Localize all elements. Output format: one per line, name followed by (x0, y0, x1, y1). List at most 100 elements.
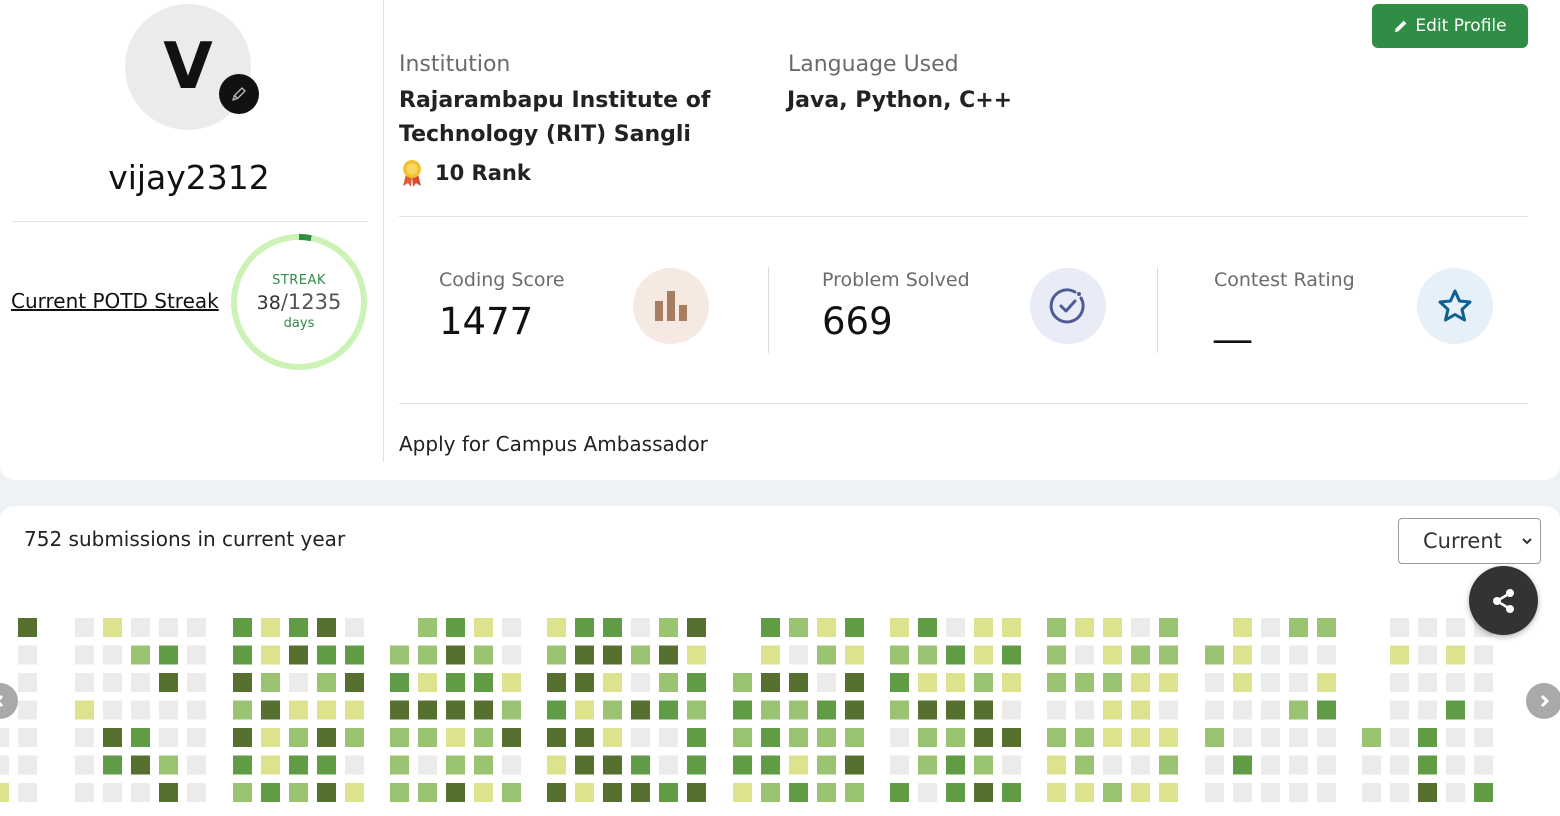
heatmap-cell[interactable] (131, 700, 150, 720)
heatmap-cell[interactable] (890, 618, 909, 637)
heatmap-cell[interactable] (974, 618, 993, 637)
heatmap-cell[interactable] (1390, 673, 1409, 692)
heatmap-cell[interactable] (1233, 618, 1252, 637)
heatmap-cell[interactable] (75, 728, 94, 747)
heatmap-cell[interactable] (345, 673, 364, 692)
heatmap-cell[interactable] (261, 645, 280, 665)
heatmap-cell[interactable] (187, 700, 206, 720)
heatmap-cell[interactable] (474, 755, 493, 775)
heatmap-cell[interactable] (1233, 755, 1252, 775)
heatmap-cell[interactable] (75, 618, 94, 637)
heatmap-cell[interactable] (1159, 673, 1178, 692)
heatmap-cell[interactable] (187, 728, 206, 747)
heatmap-cell[interactable] (418, 755, 437, 775)
heatmap-cell[interactable] (18, 755, 37, 775)
heatmap-cell[interactable] (18, 618, 37, 637)
heatmap-cell[interactable] (75, 700, 94, 720)
heatmap-cell[interactable] (575, 783, 594, 802)
heatmap-cell[interactable] (1418, 783, 1437, 802)
heatmap-cell[interactable] (289, 673, 308, 692)
heatmap-cell[interactable] (817, 783, 836, 802)
heatmap-cell[interactable] (733, 673, 752, 692)
heatmap-cell[interactable] (687, 673, 706, 692)
heatmap-cell[interactable] (75, 783, 94, 802)
heatmap-cell[interactable] (1103, 755, 1122, 775)
heatmap-cell[interactable] (1131, 645, 1150, 665)
heatmap-cell[interactable] (1317, 645, 1336, 665)
heatmap-cell[interactable] (187, 673, 206, 692)
heatmap-cell[interactable] (1289, 783, 1308, 802)
heatmap-cell[interactable] (233, 618, 252, 637)
heatmap-cell[interactable] (289, 728, 308, 747)
heatmap-cell[interactable] (289, 645, 308, 665)
heatmap-cell[interactable] (446, 728, 465, 747)
heatmap-cell[interactable] (603, 700, 622, 720)
heatmap-cell[interactable] (1233, 700, 1252, 720)
heatmap-cell[interactable] (789, 783, 808, 802)
heatmap-cell[interactable] (233, 700, 252, 720)
heatmap-cell[interactable] (946, 618, 965, 637)
heatmap-cell[interactable] (233, 728, 252, 747)
heatmap-cell[interactable] (761, 755, 780, 775)
heatmap-cell[interactable] (0, 755, 9, 775)
heatmap-cell[interactable] (789, 618, 808, 637)
heatmap-cell[interactable] (103, 618, 122, 637)
heatmap-cell[interactable] (1047, 700, 1066, 720)
heatmap-cell[interactable] (547, 783, 566, 802)
heatmap-cell[interactable] (1103, 618, 1122, 637)
heatmap-cell[interactable] (418, 783, 437, 802)
heatmap-cell[interactable] (817, 618, 836, 637)
heatmap-cell[interactable] (918, 700, 937, 720)
heatmap-cell[interactable] (733, 783, 752, 802)
heatmap-cell[interactable] (75, 645, 94, 665)
heatmap-cell[interactable] (659, 618, 678, 637)
heatmap-cell[interactable] (103, 673, 122, 692)
heatmap-cell[interactable] (261, 728, 280, 747)
heatmap-cell[interactable] (317, 673, 336, 692)
heatmap-cell[interactable] (0, 783, 9, 802)
heatmap-cell[interactable] (603, 673, 622, 692)
heatmap-cell[interactable] (474, 618, 493, 637)
edit-profile-button[interactable]: Edit Profile (1372, 4, 1528, 48)
heatmap-cell[interactable] (817, 645, 836, 665)
heatmap-cell[interactable] (18, 673, 37, 692)
heatmap-cell[interactable] (418, 673, 437, 692)
heatmap-cell[interactable] (1002, 755, 1021, 775)
heatmap-cell[interactable] (1446, 618, 1465, 637)
heatmap-cell[interactable] (789, 755, 808, 775)
heatmap-cell[interactable] (687, 783, 706, 802)
heatmap-cell[interactable] (974, 700, 993, 720)
heatmap-cell[interactable] (845, 618, 864, 637)
heatmap-cell[interactable] (1075, 728, 1094, 747)
heatmap-cell[interactable] (159, 728, 178, 747)
heatmap-cell[interactable] (687, 618, 706, 637)
heatmap-cell[interactable] (474, 700, 493, 720)
heatmap-cell[interactable] (575, 755, 594, 775)
heatmap-cell[interactable] (974, 728, 993, 747)
heatmap-cell[interactable] (18, 700, 37, 720)
heatmap-cell[interactable] (1103, 673, 1122, 692)
heatmap-cell[interactable] (1317, 783, 1336, 802)
heatmap-cell[interactable] (0, 728, 9, 747)
heatmap-cell[interactable] (1002, 700, 1021, 720)
heatmap-cell[interactable] (187, 755, 206, 775)
heatmap-cell[interactable] (974, 673, 993, 692)
heatmap-cell[interactable] (1390, 783, 1409, 802)
heatmap-cell[interactable] (1131, 783, 1150, 802)
heatmap-cell[interactable] (817, 673, 836, 692)
heatmap-cell[interactable] (1446, 755, 1465, 775)
heatmap-cell[interactable] (187, 783, 206, 802)
heatmap-cell[interactable] (603, 645, 622, 665)
heatmap-cell[interactable] (1103, 783, 1122, 802)
heatmap-cell[interactable] (1289, 618, 1308, 637)
heatmap-cell[interactable] (1474, 783, 1493, 802)
heatmap-cell[interactable] (1205, 728, 1224, 747)
heatmap-cell[interactable] (502, 755, 521, 775)
heatmap-cell[interactable] (946, 700, 965, 720)
heatmap-cell[interactable] (631, 755, 650, 775)
heatmap-cell[interactable] (103, 700, 122, 720)
heatmap-cell[interactable] (631, 700, 650, 720)
heatmap-cell[interactable] (446, 673, 465, 692)
heatmap-cell[interactable] (946, 755, 965, 775)
heatmap-cell[interactable] (317, 728, 336, 747)
